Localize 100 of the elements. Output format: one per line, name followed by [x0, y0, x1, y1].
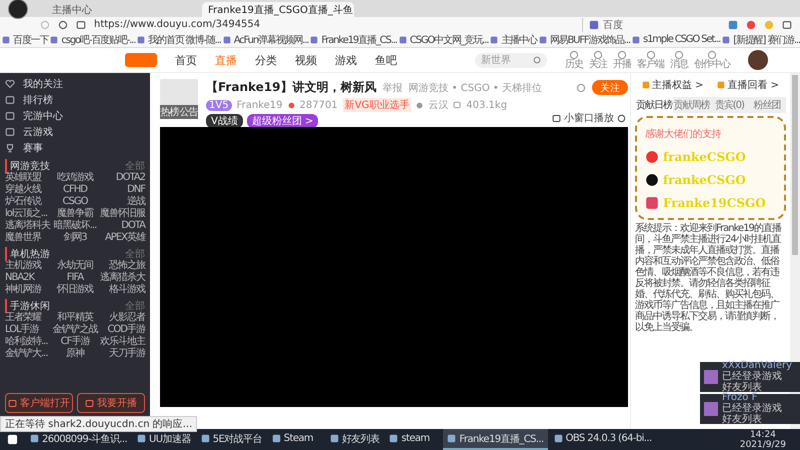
- nav-link[interactable]: 视频: [295, 52, 317, 68]
- game-link[interactable]: 吃鸡游戏: [52, 172, 98, 184]
- sidebar-item[interactable]: 完游中心: [23, 109, 63, 123]
- rank-tab[interactable]: 贡献日榜: [635, 97, 673, 113]
- notification-toast[interactable]: xXxDanValery 已经登录游戏 好友列表: [700, 362, 800, 392]
- stream-badge[interactable]: V战绩: [206, 114, 243, 128]
- bookmark-icon: [490, 36, 498, 44]
- bookmark-link[interactable]: [新提醒] 赛们游...: [733, 32, 800, 46]
- user-avatar[interactable]: [748, 50, 768, 70]
- game-link[interactable]: CF手游: [52, 336, 98, 348]
- header-action-label[interactable]: 客户端: [637, 60, 664, 70]
- header-action-label[interactable]: 消息: [670, 60, 688, 70]
- sidebar-item[interactable]: 我的关注: [23, 77, 63, 91]
- bookmark-link[interactable]: s1mple CSGO Set...: [643, 34, 720, 45]
- rank-tab[interactable]: 贡献周榜: [672, 97, 710, 113]
- game-link[interactable]: lol云顶之...: [5, 208, 52, 220]
- header-action-label[interactable]: 创作中心: [694, 60, 730, 70]
- sidebar-button[interactable]: 客户端打开: [5, 393, 73, 413]
- game-link[interactable]: 金铲铲大...: [5, 348, 52, 360]
- friend-name: Frozo F: [722, 393, 758, 403]
- game-link[interactable]: 炉石传说: [5, 196, 52, 208]
- bookmark-link[interactable]: AcFun弹幕视频网...: [234, 32, 308, 46]
- bookmark-link[interactable]: 主播中心: [501, 32, 537, 46]
- game-link[interactable]: 和平精英: [52, 312, 98, 324]
- bookmark-link[interactable]: csgo吧-百度贴吧-...: [61, 32, 136, 46]
- mini-player-link[interactable]: 小窗口播放: [564, 111, 614, 125]
- game-link[interactable]: 王者荣耀: [5, 312, 52, 324]
- browser-tab[interactable]: 主播中心: [46, 2, 198, 17]
- panel-link[interactable]: 主播权益 >: [652, 78, 704, 92]
- taskbar-item[interactable]: UU加速器: [133, 429, 195, 450]
- game-link[interactable]: DOTA2: [98, 172, 145, 184]
- game-link[interactable]: 魔兽争霸: [52, 208, 98, 220]
- game-link[interactable]: 恐怖之旅: [98, 260, 145, 272]
- game-link[interactable]: 魔兽世界: [5, 232, 52, 244]
- game-link[interactable]: 逃离塔科夫: [5, 220, 52, 232]
- game-link[interactable]: 火影忍者: [98, 312, 145, 324]
- thumb-label[interactable]: 热榜: [160, 105, 178, 119]
- sidebar-button[interactable]: 我要开播: [77, 393, 145, 413]
- game-link[interactable]: DOTA: [98, 220, 145, 232]
- game-link[interactable]: 剑网3: [52, 232, 98, 244]
- video-player[interactable]: [160, 127, 628, 407]
- game-link[interactable]: 逆战: [98, 196, 145, 208]
- bookmark-link[interactable]: CSGO中文网_竞玩...: [410, 32, 488, 46]
- game-link[interactable]: DNF: [98, 184, 145, 196]
- taskbar-item[interactable]: 26008099-斗鱼识...: [26, 429, 132, 450]
- game-link[interactable]: 金铲铲之战: [52, 324, 98, 336]
- game-link[interactable]: 永劫无间: [52, 260, 98, 272]
- taskbar-item[interactable]: OBS 24.0.3 (64-bi...: [550, 429, 656, 450]
- nav-link[interactable]: 分类: [255, 52, 277, 68]
- rank-tab[interactable]: 贵宾(0): [710, 97, 748, 113]
- panel-link[interactable]: 直播回看 >: [727, 78, 780, 92]
- game-link[interactable]: COD手游: [98, 324, 145, 336]
- search-engine-field[interactable]: 百度: [603, 18, 623, 32]
- sidebar-item[interactable]: 云游戏: [23, 125, 53, 139]
- game-link[interactable]: 暗黑破坏...: [52, 220, 98, 232]
- sidebar-item[interactable]: 排行榜: [23, 93, 53, 107]
- game-link[interactable]: 欢乐斗地主: [98, 336, 145, 348]
- bookmark-link[interactable]: 我的首页 微博-随...: [148, 32, 221, 46]
- game-link[interactable]: 格斗游戏: [98, 284, 145, 296]
- game-link[interactable]: LOL手游: [5, 324, 52, 336]
- taskbar-item[interactable]: 好友列表: [326, 429, 384, 450]
- game-link[interactable]: 天刀手游: [98, 348, 145, 360]
- browser-tab[interactable]: Franke19直播_CSGO直播_斗鱼: [202, 2, 354, 17]
- game-link[interactable]: 神机网游: [5, 284, 52, 296]
- nav-link[interactable]: 游戏: [335, 52, 357, 68]
- search-engine-icon: [589, 20, 599, 30]
- game-link[interactable]: 英雄联盟: [5, 172, 52, 184]
- game-link[interactable]: CSGO: [52, 196, 98, 208]
- sidebar-item[interactable]: 赛事: [23, 141, 43, 155]
- bookmark-link[interactable]: 百度一下: [13, 32, 48, 46]
- game-link[interactable]: CFHD: [52, 184, 98, 196]
- header-action-label[interactable]: 历史: [565, 60, 583, 70]
- game-link[interactable]: 哈利波特...: [5, 336, 52, 348]
- game-link[interactable]: FIFA: [52, 272, 98, 284]
- nav-link[interactable]: 鱼吧: [375, 52, 397, 68]
- game-link[interactable]: APEX英雄: [98, 232, 145, 244]
- game-link[interactable]: 逃离猎杀大: [98, 272, 145, 284]
- stream-badge[interactable]: 超级粉丝团 >: [246, 114, 318, 128]
- game-link[interactable]: 魔兽怀旧服: [98, 208, 145, 220]
- address-field[interactable]: https://www.douyu.com/3494554: [94, 19, 574, 30]
- game-link[interactable]: NBA2K: [5, 272, 52, 284]
- scrollbar-thumb[interactable]: [792, 75, 798, 255]
- thumb-label[interactable]: 公告: [180, 105, 198, 119]
- taskbar-item[interactable]: Steam: [268, 429, 324, 450]
- taskbar-item[interactable]: Franke19直播_CS...: [443, 429, 548, 450]
- game-link[interactable]: 主机游戏: [5, 260, 52, 272]
- rank-tab[interactable]: 粉丝团: [748, 97, 786, 113]
- bookmark-link[interactable]: 网易BUFF游戏饰品...: [550, 32, 630, 46]
- bookmark-link[interactable]: Franke19直播_CS...: [321, 32, 397, 46]
- header-action-label[interactable]: 关注: [589, 60, 607, 70]
- header-action-label[interactable]: 开播: [613, 60, 631, 70]
- profile-avatar[interactable]: [8, 0, 28, 18]
- game-link[interactable]: 怀旧游戏: [52, 284, 98, 296]
- notification-toast[interactable]: Frozo F 已经登录游戏 好友列表: [700, 394, 800, 424]
- game-link[interactable]: 原神: [52, 348, 98, 360]
- taskbar-item[interactable]: steam: [385, 429, 442, 450]
- game-link[interactable]: 穿越火线: [5, 184, 52, 196]
- site-logo[interactable]: [125, 53, 157, 67]
- taskbar-item[interactable]: 5E对战平台: [196, 429, 266, 450]
- nav-link[interactable]: 首页: [175, 52, 197, 68]
